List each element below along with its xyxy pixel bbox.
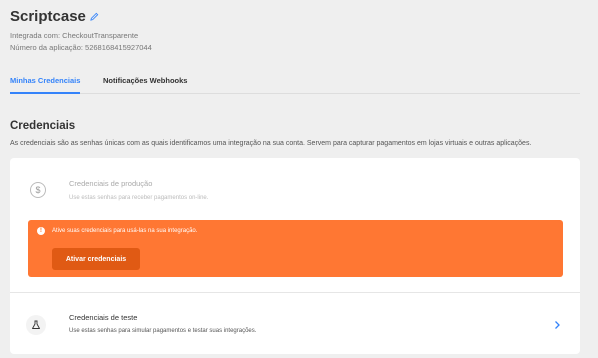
credentials-card: $ Credenciais de produção Use estas senh… (10, 158, 580, 354)
test-credentials-row[interactable]: Credenciais de teste Use estas senhas pa… (10, 293, 580, 354)
test-subtitle: Use estas senhas para simular pagamentos… (69, 328, 257, 334)
section-title: Credenciais (10, 120, 76, 132)
pencil-icon[interactable] (90, 12, 99, 21)
app-title: Scriptcase (10, 8, 99, 25)
page: Scriptcase Integrada com: CheckoutTransp… (0, 0, 598, 358)
chevron-right-icon (555, 321, 560, 329)
activate-credentials-button[interactable]: Ativar credenciais (52, 248, 140, 270)
app-name: Scriptcase (10, 8, 86, 25)
section-description: As credenciais são as senhas únicas com … (10, 140, 532, 147)
tab-webhook-notifications[interactable]: Notificações Webhooks (103, 76, 187, 85)
flask-icon (26, 315, 46, 335)
integration-info: Integrada com: CheckoutTransparente (10, 31, 139, 40)
test-title: Credenciais de teste (69, 313, 138, 322)
production-credentials-row: $ Credenciais de produção Use estas senh… (10, 158, 580, 220)
banner-message: Ative suas credenciais para usá-las na s… (52, 228, 198, 234)
activation-banner: ! Ative suas credenciais para usá-las na… (28, 220, 563, 277)
production-subtitle: Use estas senhas para receber pagamentos… (69, 195, 209, 201)
production-title: Credenciais de produção (69, 179, 153, 188)
app-number: Número da aplicação: 5268168415927044 (10, 43, 152, 52)
active-tab-indicator (10, 92, 80, 94)
alert-icon: ! (37, 227, 45, 235)
tab-my-credentials[interactable]: Minhas Credenciais (10, 76, 80, 85)
tab-bar: Minhas Credenciais Notificações Webhooks (10, 70, 580, 94)
dollar-circle-icon: $ (30, 182, 46, 198)
